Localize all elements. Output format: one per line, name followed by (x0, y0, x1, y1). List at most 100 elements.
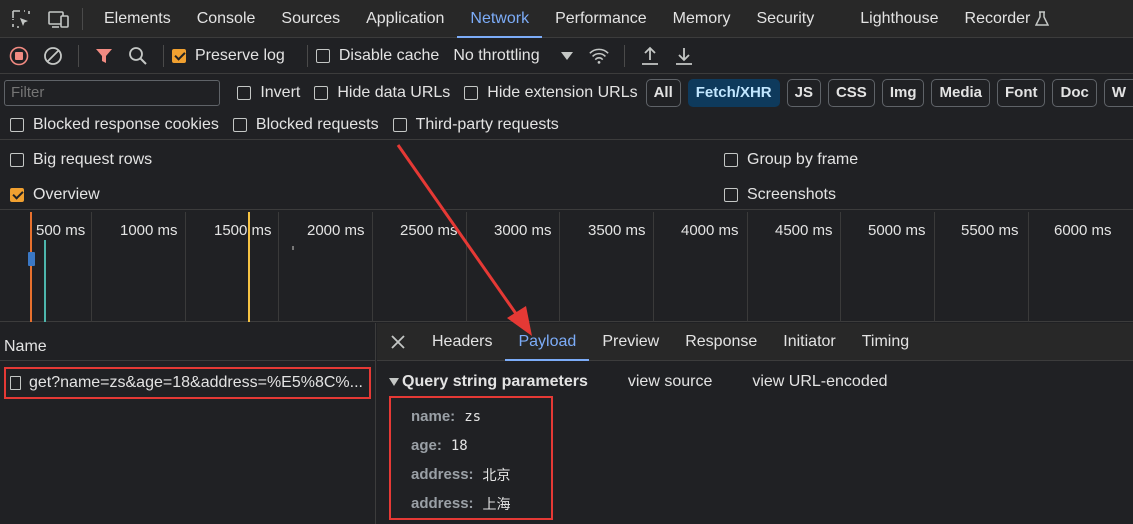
type-filter-all[interactable]: All (645, 78, 681, 107)
query-string-section-header[interactable]: Query string parameters view source view… (377, 367, 1133, 397)
export-har-icon[interactable] (673, 45, 695, 67)
stop-recording-icon[interactable] (8, 45, 30, 67)
import-har-icon[interactable] (639, 45, 661, 67)
network-conditions-icon[interactable] (588, 45, 610, 67)
timeline-gridline (934, 212, 935, 322)
checkbox[interactable] (464, 85, 479, 100)
clear-icon[interactable] (42, 45, 64, 67)
tab-timing[interactable]: Timing (849, 323, 922, 361)
checkbox[interactable] (392, 117, 407, 132)
inspect-element-icon[interactable] (10, 8, 32, 30)
blocked-response-cookies-label: Blocked response cookies (33, 115, 219, 133)
hide-data-urls-checkbox[interactable]: Hide data URLs (314, 84, 450, 102)
timeline-tick-label: 5000 ms (868, 222, 926, 239)
tab-network[interactable]: Network (457, 0, 542, 38)
close-icon[interactable] (377, 334, 419, 350)
checkbox[interactable] (10, 117, 24, 132)
query-params-list: name: zs age: 18 address: 北京 address: 上海 (389, 396, 553, 520)
blocked-requests-checkbox[interactable]: Blocked requests (232, 115, 379, 134)
type-filter-doc[interactable]: Doc (1052, 78, 1097, 107)
checkbox-checked[interactable] (172, 48, 186, 63)
checkbox[interactable] (724, 187, 738, 202)
name-column-header[interactable]: Name (0, 323, 375, 361)
blocked-requests-label: Blocked requests (255, 115, 379, 133)
tab-elements[interactable]: Elements (91, 0, 184, 38)
third-party-requests-label: Third-party requests (415, 115, 559, 133)
tab-preview[interactable]: Preview (589, 323, 672, 361)
request-name: get?name=zs&age=18&address=%E5%8C%... (29, 374, 363, 391)
tab-security[interactable]: Security (743, 0, 827, 38)
tab-application[interactable]: Application (353, 0, 457, 38)
timeline-tick-label: 1500 ms (214, 222, 272, 239)
param-key: address: (411, 466, 474, 483)
group-by-frame-checkbox[interactable]: Group by frame (724, 151, 858, 169)
param-value: 上海 (482, 496, 511, 513)
checkbox[interactable] (232, 117, 247, 132)
timeline-gridline (372, 212, 373, 322)
tab-response[interactable]: Response (672, 323, 770, 361)
timeline-gridline (466, 212, 467, 322)
divider (306, 44, 308, 67)
param-row: address: 北京 (411, 460, 551, 489)
big-request-rows-checkbox[interactable]: Big request rows (10, 151, 710, 169)
detail-tab-bar: Headers Payload Preview Response Initiat… (377, 323, 1133, 361)
tab-lighthouse[interactable]: Lighthouse (847, 0, 951, 38)
device-toolbar-icon[interactable] (48, 8, 70, 30)
view-url-encoded-link[interactable]: view URL-encoded (752, 373, 887, 391)
timeline-tick-label: 2500 ms (400, 222, 458, 239)
overview-checkbox[interactable]: Overview (10, 186, 710, 204)
timeline-gridline (653, 212, 654, 322)
dom-content-loaded-marker (30, 212, 32, 322)
request-list: Name get?name=zs&age=18&address=%E5%8C%.… (0, 323, 376, 524)
hide-extension-urls-checkbox[interactable]: Hide extension URLs (464, 84, 638, 102)
type-filter-js[interactable]: JS (786, 78, 821, 107)
tab-headers[interactable]: Headers (419, 323, 505, 361)
tab-initiator[interactable]: Initiator (770, 323, 848, 361)
tab-payload[interactable]: Payload (505, 323, 590, 361)
view-source-link[interactable]: view source (628, 373, 712, 391)
preserve-log-checkbox[interactable]: Preserve log (172, 47, 285, 65)
checkbox[interactable] (724, 153, 738, 167)
timeline-overview[interactable]: 500 ms 1000 ms 1500 ms 2000 ms 2500 ms 3… (0, 212, 1133, 322)
timeline-gridline (1028, 212, 1029, 322)
triangle-down-icon (389, 378, 399, 386)
tab-console[interactable]: Console (184, 0, 269, 38)
checkbox-checked[interactable] (10, 187, 24, 202)
param-key: address: (411, 495, 474, 512)
type-filter-ws[interactable]: W (1103, 78, 1133, 107)
chevron-down-icon (560, 51, 573, 60)
blocked-response-cookies-checkbox[interactable]: Blocked response cookies (10, 116, 219, 134)
screenshots-checkbox[interactable]: Screenshots (724, 186, 836, 204)
type-filter-img[interactable]: Img (881, 78, 925, 107)
timeline-gridline (747, 212, 748, 322)
tab-performance[interactable]: Performance (542, 0, 660, 38)
throttling-select[interactable]: No throttling (453, 47, 573, 65)
checkbox[interactable] (10, 153, 24, 167)
search-icon[interactable] (127, 45, 149, 67)
type-filter-fetch-xhr[interactable]: Fetch/XHR (687, 78, 780, 107)
checkbox[interactable] (314, 85, 329, 100)
third-party-requests-checkbox[interactable]: Third-party requests (392, 115, 559, 134)
divider (163, 44, 164, 67)
type-filter-css[interactable]: CSS (827, 78, 875, 107)
type-filter-font[interactable]: Font (997, 78, 1046, 107)
invert-checkbox[interactable]: Invert (237, 84, 300, 102)
disable-cache-checkbox[interactable]: Disable cache (315, 46, 440, 65)
divider (623, 44, 625, 67)
request-row[interactable]: get?name=zs&age=18&address=%E5%8C%... (4, 367, 371, 399)
checkbox[interactable] (315, 48, 330, 63)
type-filter-media[interactable]: Media (931, 78, 990, 107)
request-details: Headers Payload Preview Response Initiat… (377, 323, 1133, 524)
filter-icon[interactable] (93, 45, 115, 67)
param-key: age: (411, 437, 442, 454)
checkbox[interactable] (237, 85, 252, 100)
filter-input[interactable] (4, 79, 221, 106)
overview-label: Overview (33, 185, 100, 203)
tab-sources[interactable]: Sources (268, 0, 353, 38)
timeline-tick-label: 500 ms (36, 222, 86, 239)
tab-memory[interactable]: Memory (660, 0, 744, 38)
tab-recorder[interactable]: Recorder (952, 0, 1063, 38)
timeline-tick-label: 3000 ms (494, 222, 552, 239)
param-value: 北京 (482, 467, 511, 484)
disable-cache-label: Disable cache (338, 46, 440, 64)
